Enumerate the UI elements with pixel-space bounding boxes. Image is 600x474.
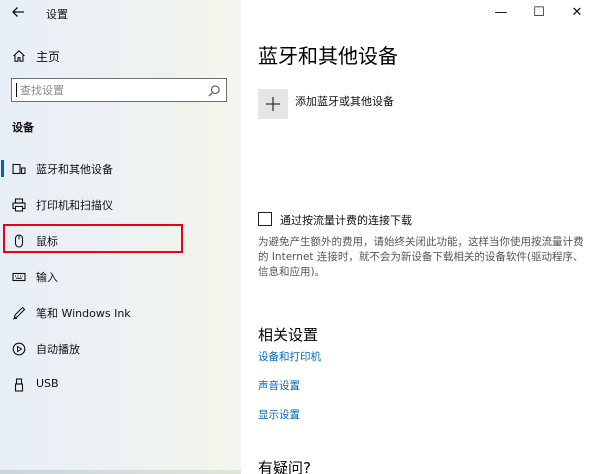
search-input[interactable] <box>20 79 200 101</box>
sidebar-item-label: 输入 <box>36 271 58 284</box>
keyboard-icon <box>12 269 26 283</box>
sidebar-item-label: 打印机和扫描仪 <box>36 199 113 212</box>
autoplay-icon <box>12 341 26 356</box>
text-caret <box>16 83 17 97</box>
display-settings-link[interactable]: 显示设置 <box>258 407 300 422</box>
page-title: 蓝牙和其他设备 <box>258 44 398 68</box>
add-device-label: 添加蓝牙或其他设备 <box>295 95 394 108</box>
plus-icon <box>265 96 281 112</box>
section-heading: 设备 <box>12 121 34 134</box>
home-label: 主页 <box>36 50 61 64</box>
sidebar-title-bar: 设置 <box>0 0 241 26</box>
sidebar-item-printers[interactable]: 打印机和扫描仪 <box>0 189 241 219</box>
pen-icon <box>12 305 26 320</box>
sidebar-item-label: 蓝牙和其他设备 <box>36 163 113 176</box>
sidebar-item-usb[interactable]: USB <box>0 369 241 399</box>
sidebar-item-label: 笔和 Windows Ink <box>36 307 131 320</box>
sidebar-item-label: 自动播放 <box>36 343 80 356</box>
maximize-button[interactable]: ☐ <box>528 3 550 23</box>
sidebar-item-autoplay[interactable]: 自动播放 <box>0 333 241 363</box>
metered-description: 为避免产生额外的费用，请始终关闭此功能，这样当你使用按流量计费的 Interne… <box>258 236 584 278</box>
metered-download-label: 通过按流量计费的连接下载 <box>280 214 412 227</box>
devices-printers-link[interactable]: 设备和打印机 <box>258 349 321 364</box>
app-title: 设置 <box>46 8 68 21</box>
home-icon <box>12 48 26 62</box>
home-nav-item[interactable]: 主页 <box>0 44 241 68</box>
usb-icon <box>12 377 26 392</box>
bluetooth-devices-icon <box>12 161 26 175</box>
metered-download-checkbox[interactable] <box>258 212 272 226</box>
window-controls: — ☐ ✕ <box>480 0 600 26</box>
mouse-highlight-box <box>3 224 183 253</box>
search-box[interactable] <box>11 78 227 102</box>
add-device-tile[interactable] <box>258 89 288 119</box>
search-icon[interactable] <box>207 83 221 97</box>
back-arrow-icon[interactable] <box>10 4 28 22</box>
related-settings-title: 相关设置 <box>258 326 319 344</box>
sidebar-item-bluetooth[interactable]: 蓝牙和其他设备 <box>0 153 241 183</box>
active-indicator <box>1 160 4 177</box>
settings-sidebar: 设置 主页 设备 蓝牙和其他设备 打印机和扫描仪 鼠标 <box>0 0 241 474</box>
add-device-button[interactable]: 添加蓝牙或其他设备 <box>258 89 558 121</box>
close-button[interactable]: ✕ <box>566 3 588 23</box>
taskbar-strip <box>0 470 241 474</box>
sidebar-item-pen[interactable]: 笔和 Windows Ink <box>0 297 241 327</box>
sidebar-item-typing[interactable]: 输入 <box>0 261 241 291</box>
printer-icon <box>12 197 26 212</box>
help-title: 有疑问? <box>258 459 311 474</box>
sidebar-item-label: USB <box>36 377 59 390</box>
sound-settings-link[interactable]: 声音设置 <box>258 378 300 393</box>
minimize-button[interactable]: — <box>490 3 512 23</box>
metered-download-option[interactable]: 通过按流量计费的连接下载 <box>258 211 578 229</box>
